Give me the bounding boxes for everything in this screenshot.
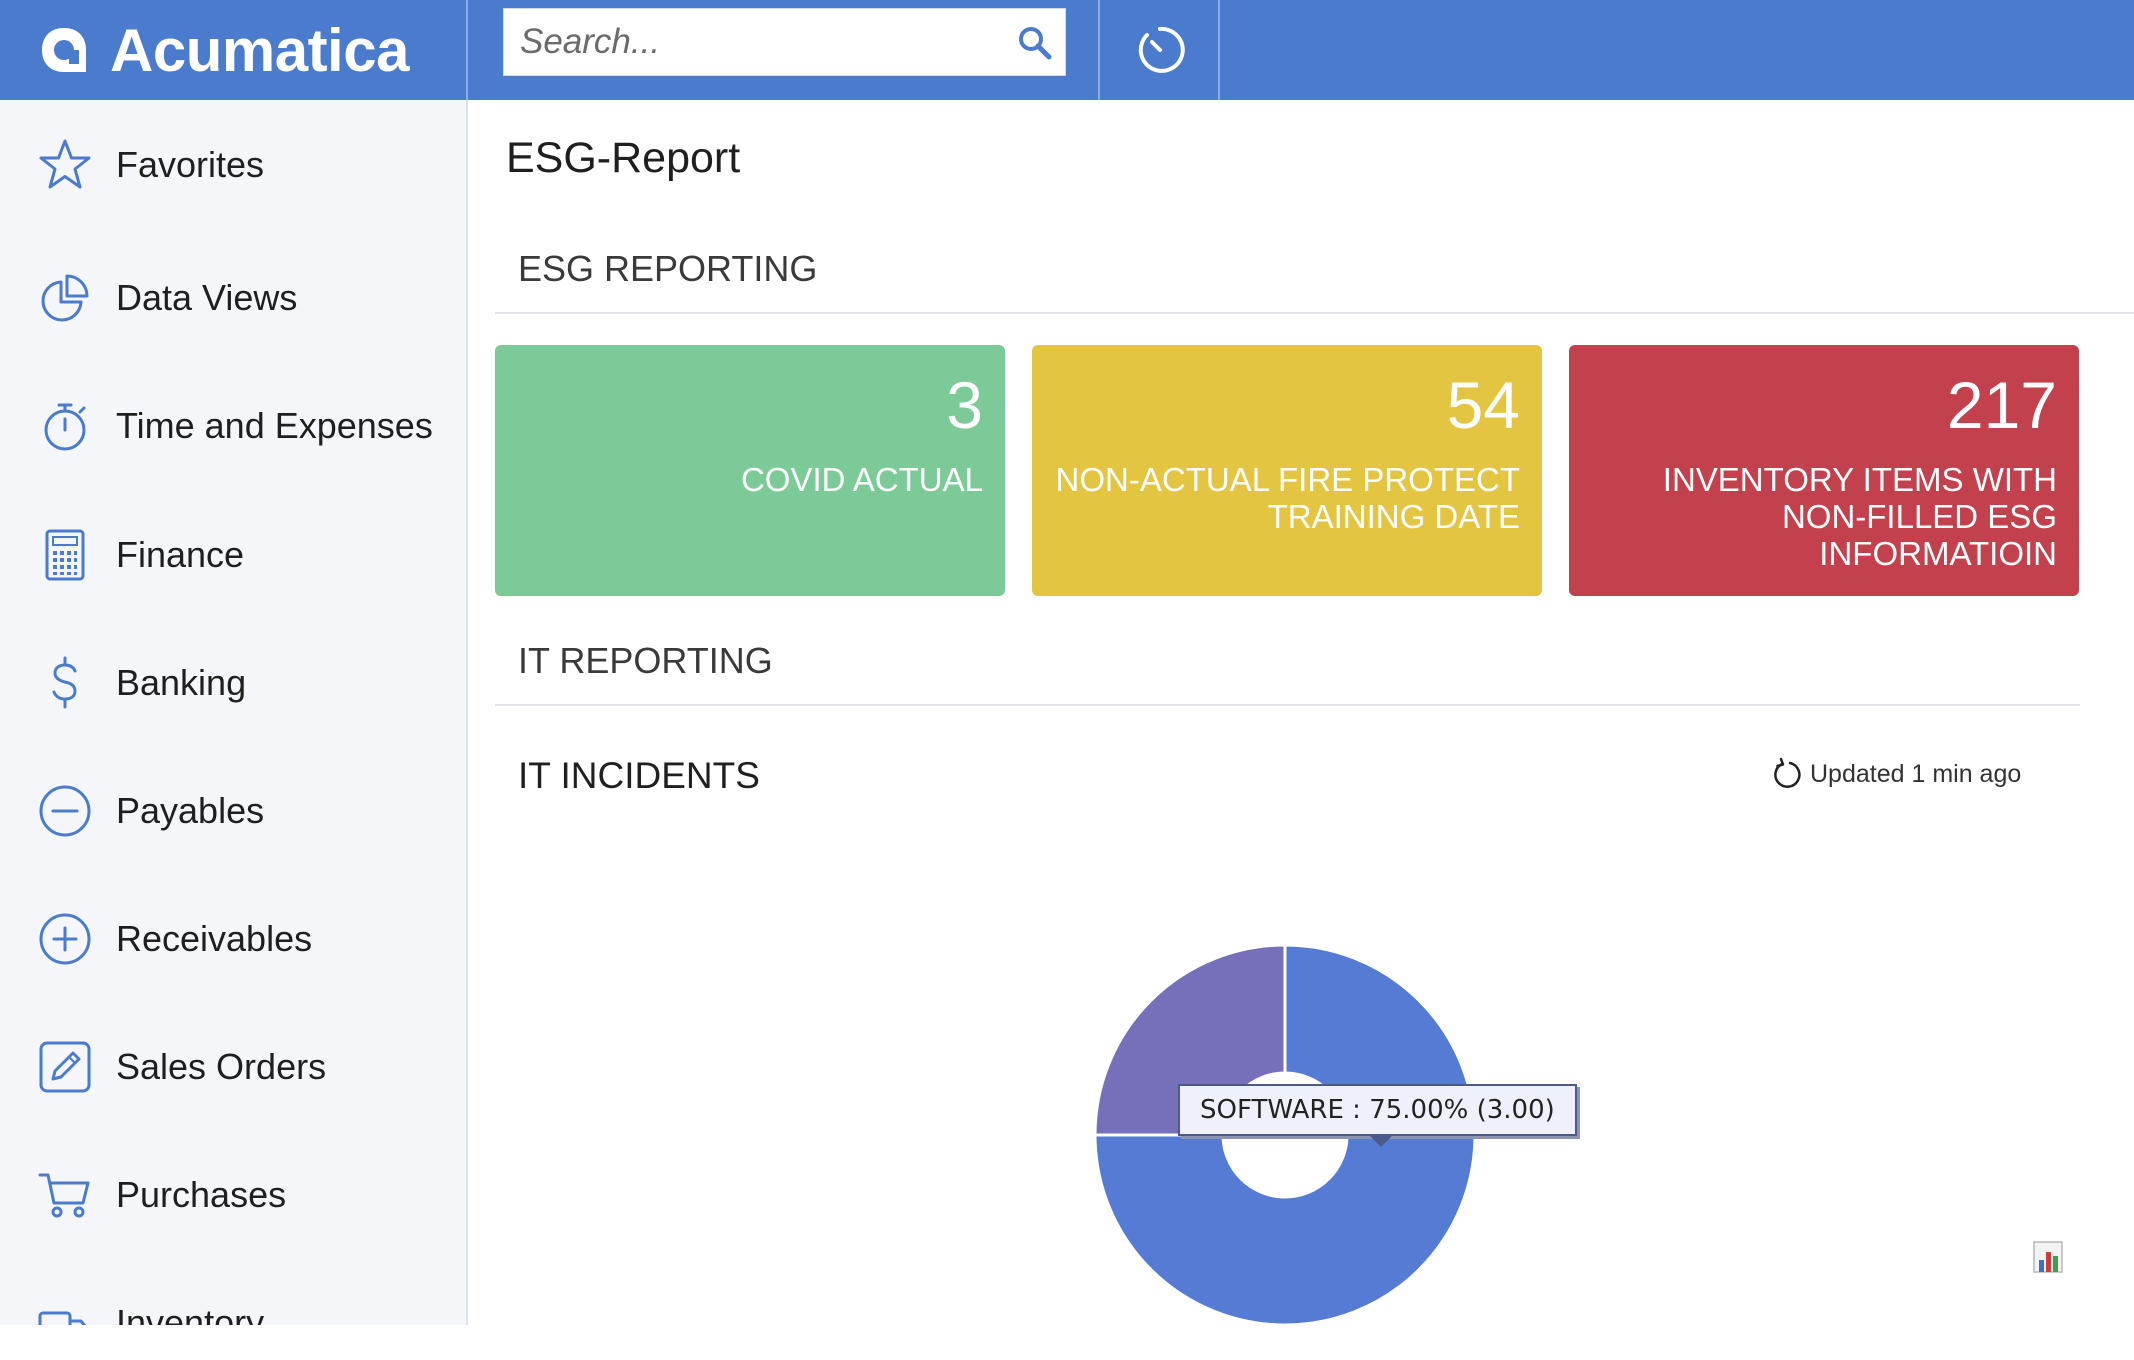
sidebar-item-label: Favorites: [116, 144, 265, 185]
history-button[interactable]: [1102, 0, 1220, 100]
chart-export-icon[interactable]: [2032, 1240, 2068, 1276]
kpi-label: COVID ACTUAL: [740, 461, 983, 498]
widget-title: IT INCIDENTS: [518, 755, 760, 796]
sidebar-item-sales-orders[interactable]: Sales Orders: [0, 1017, 466, 1117]
sidebar-item-favorites[interactable]: Favorites: [0, 115, 466, 215]
sidebar-item-label: Payables: [116, 790, 265, 831]
sidebar-item-time-and-expenses[interactable]: Time and Expenses: [0, 376, 466, 476]
search-box: [503, 8, 1066, 76]
sidebar-item-label: Finance: [116, 534, 245, 575]
sidebar-item-label: Inventory: [116, 1302, 265, 1325]
calculator-icon: [36, 526, 94, 584]
updated-text: Updated 1 min ago: [1810, 759, 2022, 788]
kpi-value: 3: [946, 368, 983, 442]
pie-chart-icon: [36, 269, 94, 327]
kpi-tile-covid-actual[interactable]: 3 COVID ACTUAL: [495, 345, 1005, 596]
section-divider: [495, 312, 2134, 314]
section-title-esg: ESG REPORTING: [518, 248, 818, 289]
kpi-tile-fire-protect-training[interactable]: 54 NON-ACTUAL FIRE PROTECT TRAINING DATE: [1032, 345, 1542, 596]
sidebar-item-label: Receivables: [116, 918, 313, 959]
chart-tooltip: SOFTWARE : 75.00% (3.00): [1178, 1084, 1577, 1136]
minus-circle-icon: [36, 782, 94, 840]
dollar-icon: [36, 654, 94, 712]
sidebar-item-label: Banking: [116, 662, 247, 703]
kpi-value: 217: [1946, 368, 2057, 442]
sidebar-item-inventory[interactable]: Inventory: [0, 1273, 466, 1325]
app-logo[interactable]: Acumatica: [0, 0, 468, 100]
kpi-label: INVENTORY ITEMS WITH NON-FILLED ESG INFO…: [1662, 461, 2057, 572]
sidebar: Favorites Data Views Time and Expenses F…: [0, 100, 468, 1325]
sidebar-item-label: Purchases: [116, 1174, 287, 1215]
app-name: Acumatica: [110, 16, 409, 84]
search-area: [470, 0, 1100, 100]
tooltip-pointer: [1368, 1134, 1394, 1147]
sidebar-item-purchases[interactable]: Purchases: [0, 1145, 466, 1245]
sidebar-item-label: Time and Expenses: [116, 405, 433, 446]
sidebar-item-receivables[interactable]: Receivables: [0, 889, 466, 989]
top-bar: Acumatica: [0, 0, 2134, 100]
sidebar-item-banking[interactable]: Banking: [0, 633, 466, 733]
sidebar-item-finance[interactable]: Finance: [0, 505, 466, 605]
sidebar-item-payables[interactable]: Payables: [0, 761, 466, 861]
section-divider: [495, 704, 2080, 706]
kpi-label: NON-ACTUAL FIRE PROTECT TRAINING DATE: [1055, 461, 1520, 535]
stopwatch-icon: [36, 397, 94, 455]
search-icon[interactable]: [1015, 23, 1055, 63]
star-icon: [36, 136, 94, 194]
sidebar-item-label: Sales Orders: [116, 1046, 327, 1087]
sidebar-item-data-views[interactable]: Data Views: [0, 248, 466, 348]
refresh-icon: [1774, 757, 1801, 788]
edit-icon: [36, 1038, 94, 1096]
kpi-tile-inventory-esg[interactable]: 217 INVENTORY ITEMS WITH NON-FILLED ESG …: [1569, 345, 2079, 596]
acumatica-logo-icon: [42, 28, 86, 72]
plus-circle-icon: [36, 910, 94, 968]
kpi-value: 54: [1446, 368, 1520, 442]
page-title: ESG-Report: [506, 134, 741, 182]
updated-status[interactable]: Updated 1 min ago: [1770, 757, 2021, 791]
cart-icon: [36, 1166, 94, 1224]
sidebar-item-label: Data Views: [116, 277, 298, 318]
search-input[interactable]: [520, 9, 1000, 75]
section-title-it: IT REPORTING: [518, 640, 773, 681]
history-icon: [1138, 26, 1185, 73]
truck-icon: [36, 1294, 94, 1325]
main-content: ESG-Report ESG REPORTING 3 COVID ACTUAL …: [470, 100, 2134, 1327]
